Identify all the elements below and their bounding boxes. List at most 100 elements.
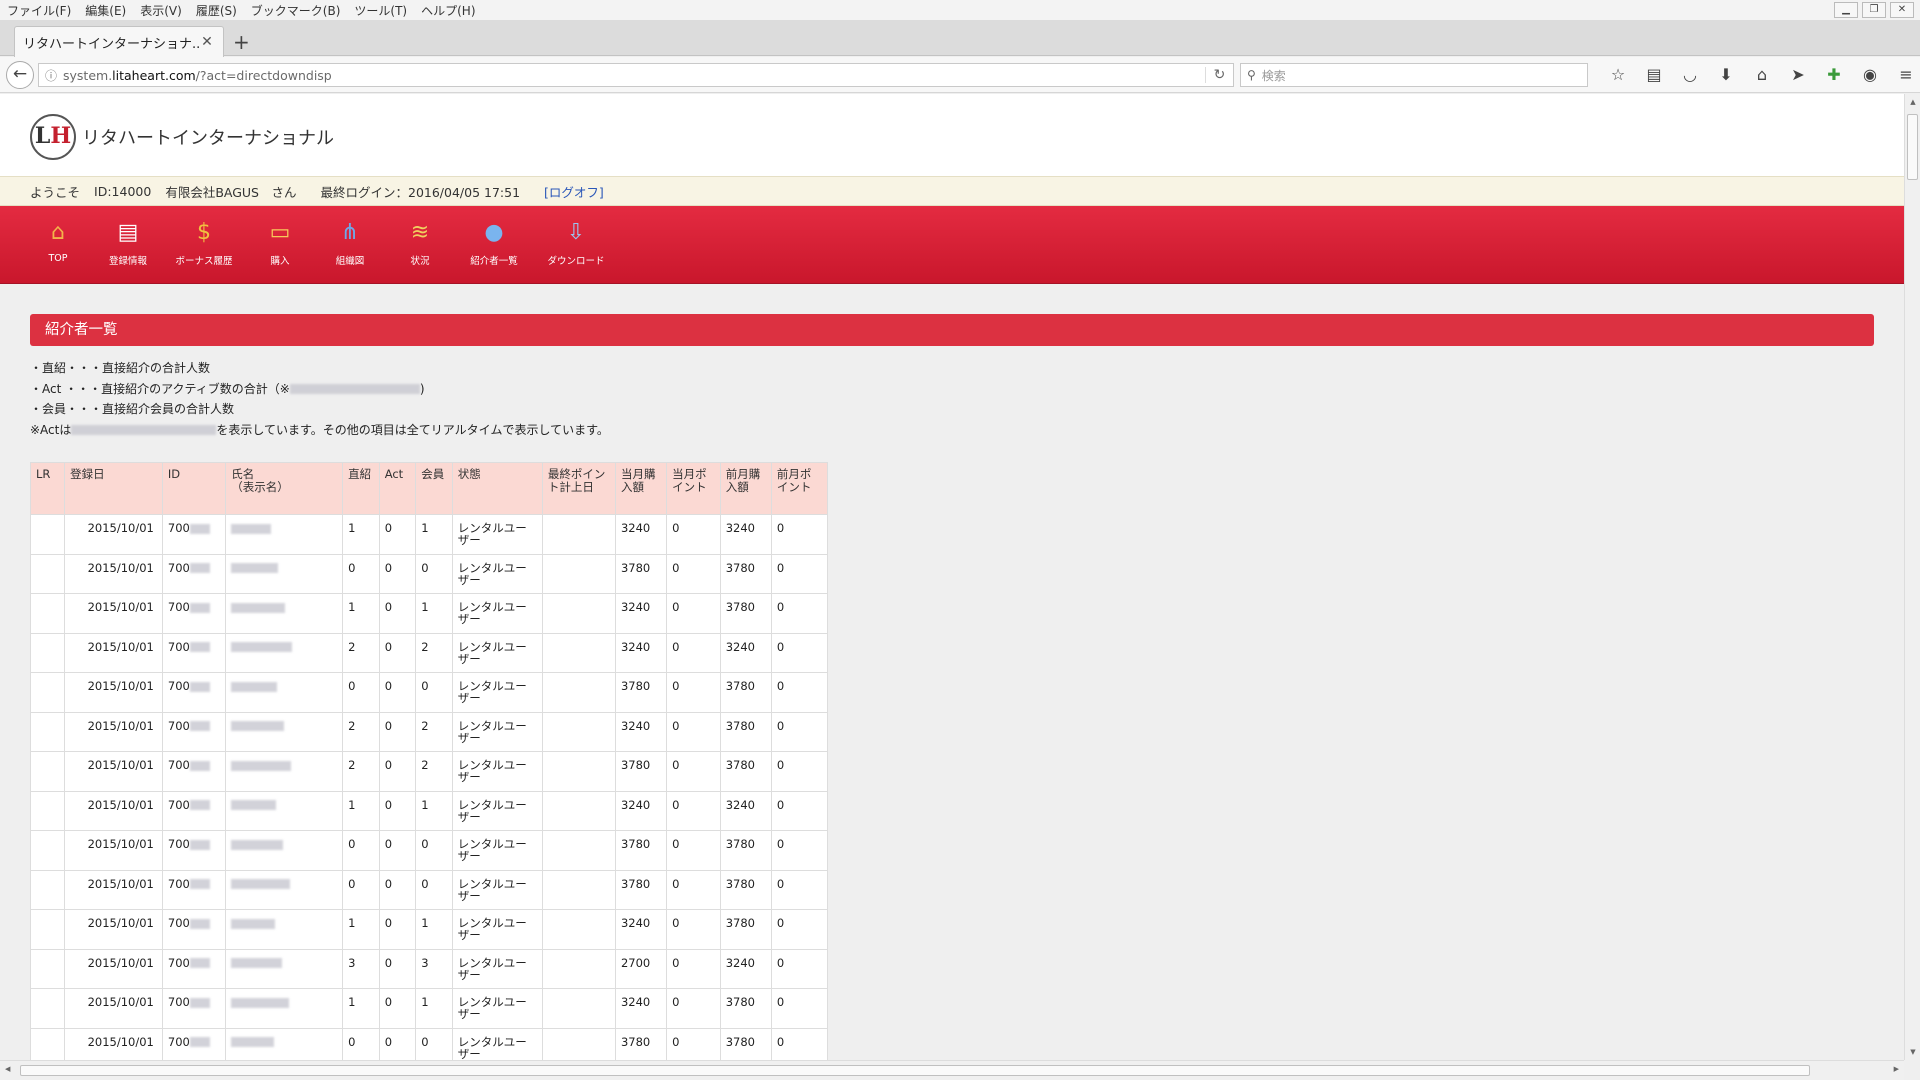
table-cell: 0 — [770, 948, 829, 989]
column-header: LR — [29, 462, 66, 515]
table-cell: 0 — [378, 1027, 417, 1060]
close-tab-icon[interactable]: ✕ — [199, 34, 215, 50]
table-cell: 2015/10/01 — [64, 830, 163, 871]
table-cell: 0 — [770, 593, 829, 634]
nav-org-chart[interactable]: ⋔ 組織図 — [316, 206, 384, 283]
menu-bookmarks[interactable]: ブックマーク(B) — [244, 2, 348, 19]
column-header: 前月ポイント — [770, 462, 829, 515]
bookmark-star-icon[interactable]: ☆ — [1600, 63, 1636, 87]
menu-file[interactable]: ファイル(F) — [0, 2, 78, 19]
scroll-down-icon[interactable]: ▼ — [1905, 1048, 1920, 1056]
nav-bonus-history[interactable]: $ ボーナス履歴 — [164, 206, 244, 283]
table-row: 2015/10/01 700 0 0 0 レンタルユーザー 3780 0 3780 0 — [29, 672, 829, 713]
table-cell: 1 — [415, 593, 453, 634]
redacted-id — [189, 1037, 210, 1047]
reload-icon[interactable]: ↻ — [1205, 67, 1233, 83]
table-cell — [541, 514, 616, 555]
table-cell: 0 — [342, 830, 380, 871]
nav-referrer-list[interactable]: ● 紹介者一覧 — [456, 206, 532, 283]
table-cell — [29, 593, 66, 634]
scroll-up-icon[interactable]: ▲ — [1905, 98, 1920, 106]
table-cell: 700 — [161, 672, 227, 713]
nav-label: ダウンロード — [547, 256, 605, 267]
table-cell: 3 — [342, 948, 380, 989]
table-cell — [29, 909, 66, 950]
table-row: 2015/10/01 700 1 0 1 レンタルユーザー 3240 0 3780 0 — [29, 909, 829, 950]
scroll-left-icon[interactable]: ◀ — [5, 1065, 10, 1073]
table-cell: 0 — [342, 1027, 380, 1060]
nav-label: ボーナス履歴 — [175, 256, 233, 267]
table-cell — [225, 830, 344, 871]
table-cell — [29, 1027, 66, 1060]
search-input[interactable]: ⚲ 検索 — [1240, 63, 1588, 87]
table-cell: 0 — [378, 553, 417, 594]
nav-download[interactable]: ⇩ ダウンロード — [534, 206, 618, 283]
hamburger-menu-icon[interactable]: ≡ — [1888, 63, 1920, 87]
menu-edit[interactable]: 編集(E) — [78, 2, 133, 19]
close-window-icon[interactable]: ✕ — [1890, 2, 1914, 18]
table-cell: 3780 — [719, 909, 772, 950]
table-cell: 0 — [415, 1027, 453, 1060]
table-cell: 1 — [415, 790, 453, 831]
column-header: 直紹 — [342, 462, 380, 515]
logoff-link[interactable]: [ログオフ] — [544, 182, 604, 201]
home-icon[interactable]: ⌂ — [1744, 63, 1780, 87]
pocket-icon[interactable]: ◡ — [1672, 63, 1708, 87]
redacted-id — [189, 839, 210, 850]
table-cell: 2 — [342, 632, 380, 673]
welcome-bar: ようこそ ID:14000 有限会社BAGUS さん 最終ログイン：2016/0… — [0, 176, 1904, 206]
table-cell: 0 — [770, 790, 829, 831]
table-cell: レンタルユーザー — [451, 790, 543, 831]
send-icon[interactable]: ➤ — [1780, 63, 1816, 87]
download-arrow-icon[interactable]: ⬇ — [1708, 63, 1744, 87]
table-cell: 0 — [770, 1027, 829, 1060]
scroll-right-icon[interactable]: ▶ — [1894, 1065, 1899, 1073]
table-cell: 0 — [415, 672, 453, 713]
table-cell: 0 — [770, 751, 829, 792]
chat-icon[interactable]: ◉ — [1852, 63, 1888, 87]
minimize-icon[interactable]: ▁ — [1834, 2, 1858, 18]
extension-icon[interactable]: ✚ — [1816, 63, 1852, 87]
table-cell: 1 — [342, 790, 380, 831]
table-cell: 3240 — [719, 790, 772, 831]
table-cell: 2015/10/01 — [64, 948, 163, 989]
scroll-thumb[interactable] — [1907, 114, 1918, 180]
browser-tab[interactable]: リタハートインターナショナ... ✕ — [14, 26, 224, 57]
column-header: 状態 — [451, 462, 543, 515]
nav-registration[interactable]: ▤ 登録情報 — [94, 206, 162, 283]
table-cell: レンタルユーザー — [451, 553, 543, 594]
url-text[interactable]: system.litaheart.com/?act=directdowndisp — [63, 68, 1205, 83]
table-cell — [225, 672, 344, 713]
table-cell — [225, 751, 344, 792]
nav-top[interactable]: ⌂ TOP — [24, 206, 92, 283]
table-cell: 0 — [666, 790, 721, 831]
table-cell: 0 — [342, 869, 380, 910]
table-cell: 2 — [342, 751, 380, 792]
table-body: 2015/10/01 700 1 0 1 レンタルユーザー 3240 0 3240 0 2015/1… — [29, 514, 829, 1060]
table-cell — [225, 948, 344, 989]
table-cell — [29, 948, 66, 989]
info-icon[interactable]: ⓘ — [39, 67, 63, 84]
back-arrow-icon[interactable]: ← — [6, 61, 34, 89]
table-cell — [541, 553, 616, 594]
address-bar[interactable]: ⓘ system.litaheart.com/?act=directdowndi… — [38, 63, 1234, 87]
table-cell: 0 — [378, 593, 417, 634]
nav-purchase[interactable]: ▭ 購入 — [246, 206, 314, 283]
scroll-thumb-horizontal[interactable] — [20, 1065, 1810, 1076]
company-logo[interactable]: LH — [30, 114, 76, 160]
horizontal-scrollbar[interactable]: ◀ ▶ — [0, 1060, 1904, 1080]
vertical-scrollbar[interactable]: ▲ ▼ — [1904, 94, 1920, 1060]
menu-tools[interactable]: ツール(T) — [347, 2, 414, 19]
nav-label: 状況 — [410, 256, 430, 267]
menu-history[interactable]: 履歴(S) — [189, 2, 244, 19]
menu-help[interactable]: ヘルプ(H) — [414, 2, 482, 19]
table-row: 2015/10/01 700 1 0 1 レンタルユーザー 3240 0 3240 0 — [29, 514, 829, 555]
new-tab-icon[interactable]: + — [233, 30, 250, 54]
reading-list-icon[interactable]: ▤ — [1636, 63, 1672, 87]
table-cell: 3780 — [719, 593, 772, 634]
table-cell — [225, 514, 344, 555]
redacted-name — [231, 918, 276, 929]
menu-view[interactable]: 表示(V) — [133, 2, 189, 19]
restore-icon[interactable]: ❐ — [1862, 2, 1886, 18]
nav-status[interactable]: ≋ 状況 — [386, 206, 454, 283]
